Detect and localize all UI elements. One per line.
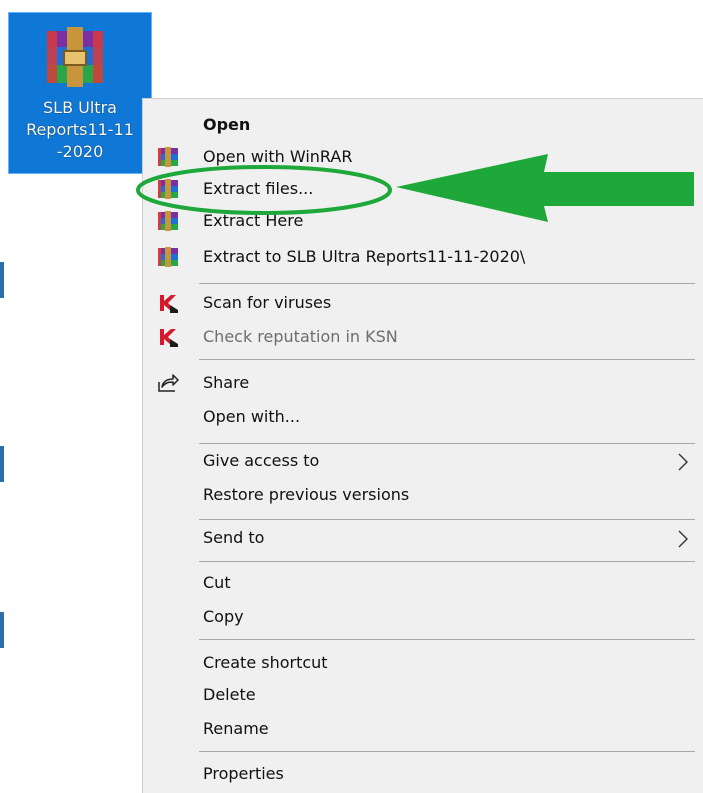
edge-mark bbox=[0, 262, 4, 298]
menu-separator bbox=[199, 519, 695, 520]
menu-separator bbox=[199, 283, 695, 284]
edge-mark bbox=[0, 446, 4, 482]
menu-item-open-with[interactable]: Open with... bbox=[143, 401, 703, 433]
desktop-file-icon[interactable]: SLB Ultra Reports11-11 -2020 bbox=[8, 12, 152, 174]
menu-item-label: Create shortcut bbox=[203, 653, 328, 672]
menu-item-label: Restore previous versions bbox=[203, 485, 410, 504]
menu-item-label: Send to bbox=[203, 528, 265, 547]
menu-item-label: Copy bbox=[203, 607, 244, 626]
menu-item-scan-for-viruses[interactable]: Scan for viruses bbox=[143, 287, 703, 319]
menu-separator bbox=[199, 751, 695, 752]
menu-item-extract-here[interactable]: Extract Here bbox=[143, 205, 703, 237]
menu-item-copy[interactable]: Copy bbox=[143, 601, 703, 633]
menu-item-check-reputation-ksn[interactable]: Check reputation in KSN bbox=[143, 321, 703, 353]
menu-separator bbox=[199, 443, 695, 444]
menu-item-label: Scan for viruses bbox=[203, 293, 332, 312]
menu-item-label: Check reputation in KSN bbox=[203, 327, 398, 346]
menu-item-label: Extract files... bbox=[203, 179, 314, 198]
winrar-icon bbox=[158, 147, 178, 167]
menu-item-label: Share bbox=[203, 373, 250, 392]
menu-item-label: Properties bbox=[203, 764, 284, 783]
kaspersky-icon bbox=[160, 295, 178, 313]
menu-item-label: Extract to SLB Ultra Reports11-11-2020\ bbox=[203, 247, 526, 266]
menu-item-label: Open bbox=[203, 115, 251, 134]
menu-item-rename[interactable]: Rename bbox=[143, 713, 703, 745]
menu-item-cut[interactable]: Cut bbox=[143, 567, 703, 599]
desktop-left-edge bbox=[0, 0, 6, 793]
menu-item-restore-previous-versions[interactable]: Restore previous versions bbox=[143, 479, 703, 511]
winrar-icon bbox=[158, 211, 178, 231]
menu-item-extract-files[interactable]: Extract files... bbox=[143, 173, 703, 205]
menu-item-create-shortcut[interactable]: Create shortcut bbox=[143, 647, 703, 679]
winrar-icon bbox=[158, 247, 178, 267]
menu-item-open[interactable]: Open bbox=[143, 109, 703, 141]
menu-item-label: Cut bbox=[203, 573, 231, 592]
menu-separator bbox=[199, 639, 695, 640]
kaspersky-icon bbox=[160, 329, 178, 347]
menu-item-label: Open with... bbox=[203, 407, 301, 426]
menu-separator bbox=[199, 359, 695, 360]
chevron-right-icon bbox=[678, 453, 688, 471]
menu-item-delete[interactable]: Delete bbox=[143, 679, 703, 711]
menu-item-label: Extract Here bbox=[203, 211, 304, 230]
menu-item-share[interactable]: Share bbox=[143, 367, 703, 399]
menu-item-open-with-winrar[interactable]: Open with WinRAR bbox=[143, 141, 703, 173]
chevron-right-icon bbox=[678, 530, 688, 548]
menu-item-label: Rename bbox=[203, 719, 269, 738]
menu-item-label: Delete bbox=[203, 685, 256, 704]
menu-item-send-to[interactable]: Send to bbox=[143, 522, 703, 554]
context-menu: Open Open with WinRAR Extract files... E… bbox=[142, 98, 703, 793]
share-icon bbox=[158, 374, 179, 392]
menu-separator bbox=[199, 561, 695, 562]
file-icon-label: SLB Ultra Reports11-11 -2020 bbox=[26, 98, 134, 161]
menu-item-label: Give access to bbox=[203, 451, 320, 470]
menu-item-label: Open with WinRAR bbox=[203, 147, 353, 166]
menu-item-properties[interactable]: Properties bbox=[143, 758, 703, 790]
menu-item-extract-to-folder[interactable]: Extract to SLB Ultra Reports11-11-2020\ bbox=[143, 241, 703, 273]
winrar-icon bbox=[158, 179, 178, 199]
edge-mark bbox=[0, 612, 4, 648]
winrar-archive-icon bbox=[47, 27, 103, 87]
menu-item-give-access-to[interactable]: Give access to bbox=[143, 445, 703, 477]
